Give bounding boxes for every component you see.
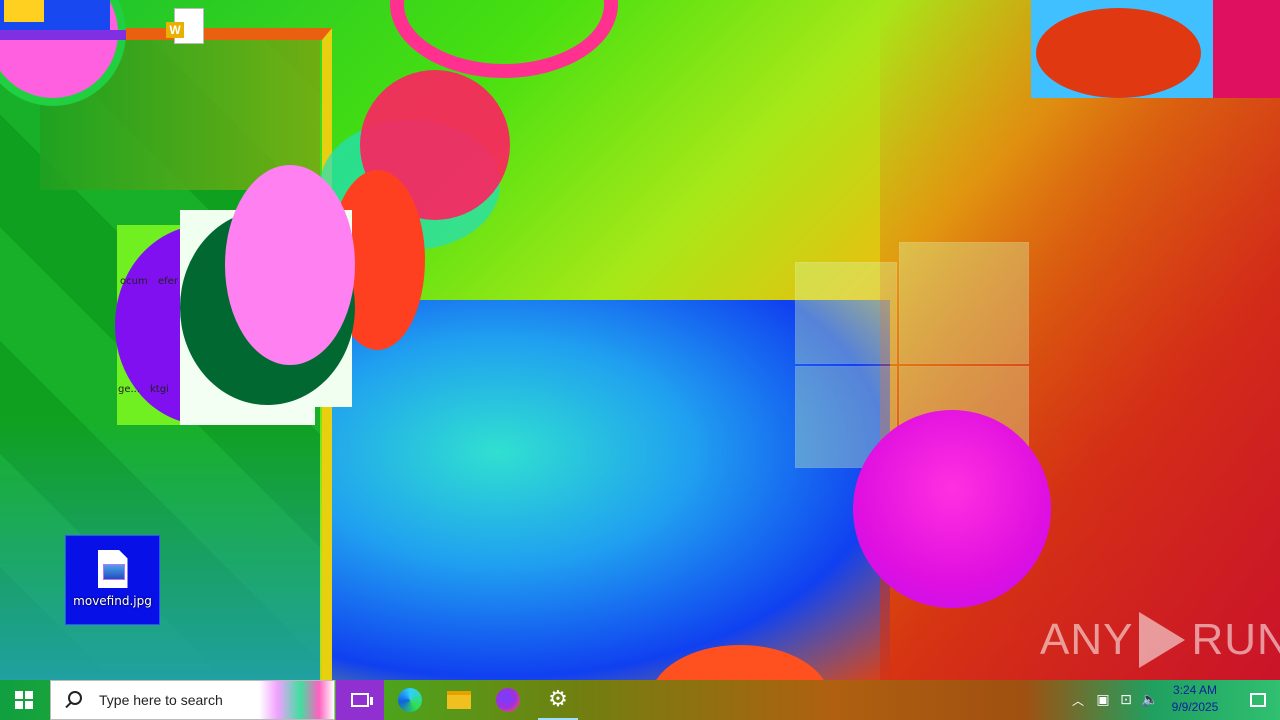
- taskbar-file-explorer[interactable]: [435, 680, 483, 720]
- clock-time: 3:24 AM: [1172, 683, 1218, 697]
- glitch-circle: [390, 0, 618, 78]
- action-center-button[interactable]: [1236, 680, 1280, 720]
- taskbar-edge[interactable]: [386, 680, 434, 720]
- tray-volume-icon[interactable]: 🔈: [1140, 690, 1160, 710]
- glitch-circle: [853, 410, 1051, 608]
- icon-label-fragment: ocum: [120, 276, 148, 287]
- search-icon: [63, 690, 83, 710]
- play-icon: [1139, 612, 1186, 668]
- start-button[interactable]: [0, 680, 48, 720]
- watermark-text-right: RUN: [1191, 615, 1280, 664]
- glitch-top-right-box: [1031, 0, 1213, 98]
- search-input[interactable]: [97, 691, 271, 709]
- task-view-icon: [351, 693, 373, 707]
- desktop-icon-label: movefind.jpg: [73, 594, 152, 608]
- taskbar-search[interactable]: [50, 680, 335, 720]
- icon-label-fragment: efer: [158, 276, 178, 287]
- tray-device-icon[interactable]: ▣: [1093, 690, 1113, 710]
- task-view-button[interactable]: [336, 680, 384, 720]
- notification-icon: [1250, 693, 1266, 707]
- glitch-top-right-strip: [1213, 0, 1280, 98]
- word-document-icon[interactable]: W: [166, 8, 204, 44]
- glitch-circle: [225, 165, 355, 365]
- taskbar-firefox[interactable]: [484, 680, 532, 720]
- image-file-icon: [97, 550, 128, 588]
- clock-date: 9/9/2025: [1171, 700, 1219, 714]
- folder-icon: [447, 691, 471, 709]
- firefox-icon: [496, 688, 520, 712]
- windows-start-icon: [15, 691, 33, 709]
- glitch-top-left-icon: [0, 0, 126, 40]
- taskbar-clock[interactable]: 3:24 AM 9/9/2025: [1165, 682, 1225, 718]
- tray-network-icon[interactable]: ⊡: [1116, 690, 1136, 710]
- search-highlight-art: [259, 681, 334, 719]
- desktop-icon-movefind[interactable]: movefind.jpg: [65, 535, 160, 625]
- gear-icon: ⚙: [548, 687, 568, 712]
- edge-icon: [398, 688, 422, 712]
- tray-overflow-chevron-icon[interactable]: ︿: [1070, 692, 1086, 708]
- anyrun-watermark: ANY RUN: [1040, 612, 1280, 668]
- taskbar-settings[interactable]: ⚙: [534, 680, 582, 720]
- icon-label-fragment: ge...: [118, 384, 141, 395]
- watermark-text-left: ANY: [1040, 615, 1134, 664]
- desktop: W ocum efer ge... ktgi movefind.jpg ANY …: [0, 0, 1280, 680]
- icon-label-fragment: ktgi: [150, 384, 169, 395]
